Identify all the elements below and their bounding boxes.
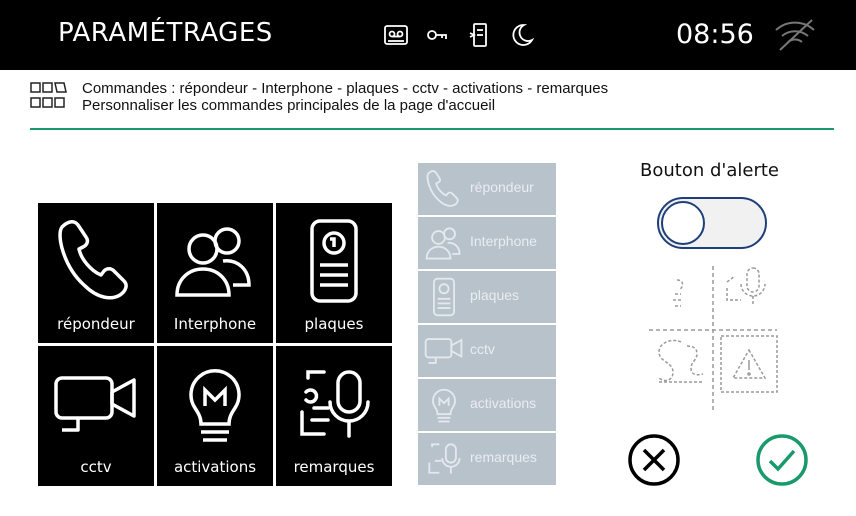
tile-label: remarques	[293, 458, 375, 476]
phone-icon	[58, 220, 128, 300]
tile-activations[interactable]: activations	[157, 346, 273, 486]
confirm-button[interactable]	[752, 432, 812, 488]
available-item-label: remarques	[470, 449, 537, 465]
mic-alert-icon[interactable]	[726, 267, 766, 304]
toggle-knob	[661, 201, 705, 245]
door-panel-icon	[310, 219, 358, 303]
available-item-remarques[interactable]: remarques	[418, 433, 556, 485]
tile-label: Interphone	[173, 315, 257, 333]
check-icon	[756, 434, 808, 486]
available-item-plaques[interactable]: plaques	[418, 271, 556, 323]
alert-button-title: Bouton d'alerte	[640, 160, 779, 181]
tile-cctv[interactable]: cctv	[38, 346, 154, 486]
available-commands-list: répondeur Interphone plaques cctv activa…	[418, 163, 556, 487]
section-description: Personnaliser les commandes principales …	[82, 97, 496, 114]
available-item-label: activations	[470, 395, 537, 411]
hand-alert-icon[interactable]	[673, 279, 684, 307]
clock: 08:56	[676, 19, 754, 50]
cancel-button[interactable]	[626, 432, 682, 488]
door-panel-icon	[433, 277, 455, 317]
available-item-label: répondeur	[470, 179, 534, 195]
tile-label: plaques	[304, 315, 364, 333]
grid-layout-icon	[30, 81, 74, 111]
section-title: Commandes : répondeur - Interphone - pla…	[82, 80, 609, 97]
alert-options-grid	[645, 262, 781, 412]
key-icon	[425, 22, 451, 48]
close-icon	[628, 434, 680, 486]
tile-label: cctv	[80, 458, 112, 476]
bulb-icon	[432, 388, 456, 423]
tile-label: répondeur	[57, 315, 135, 333]
note-mic-icon	[428, 443, 461, 474]
wifi-off-icon	[772, 18, 818, 52]
status-icons	[383, 22, 535, 48]
page-title: PARAMÉTRAGES	[58, 18, 273, 48]
door-phone-icon	[467, 22, 493, 48]
tile-label: activations	[173, 458, 257, 476]
available-item-cctv[interactable]: cctv	[418, 325, 556, 377]
available-item-label: cctv	[470, 341, 495, 357]
note-mic-icon	[300, 370, 370, 438]
tile-remarques[interactable]: remarques	[276, 346, 392, 486]
people-icon	[425, 227, 461, 260]
people-icon	[175, 227, 251, 297]
camera-icon	[424, 338, 463, 364]
available-item-activations[interactable]: activations	[418, 379, 556, 431]
top-bar: PARAMÉTRAGES 08:56	[0, 0, 856, 70]
camera-icon	[54, 376, 136, 432]
alert-toggle[interactable]	[657, 197, 767, 249]
main-commands-grid: répondeur Interphone plaques cctv activa…	[38, 203, 393, 486]
voicemail-icon	[383, 22, 409, 48]
warning-icon[interactable]	[720, 335, 778, 393]
phone-icon	[426, 170, 459, 207]
gesture-alert-icon[interactable]	[658, 339, 704, 383]
section-header: Commandes : répondeur - Interphone - pla…	[30, 80, 834, 130]
tile-plaques[interactable]: plaques	[276, 203, 392, 343]
tile-interphone[interactable]: Interphone	[157, 203, 273, 343]
available-item-label: Interphone	[470, 233, 537, 249]
available-item-label: plaques	[470, 287, 520, 303]
moon-icon	[509, 22, 535, 48]
bulb-icon	[189, 368, 241, 442]
available-item-repondeur[interactable]: répondeur	[418, 163, 556, 215]
tile-repondeur[interactable]: répondeur	[38, 203, 154, 343]
available-item-interphone[interactable]: Interphone	[418, 217, 556, 269]
